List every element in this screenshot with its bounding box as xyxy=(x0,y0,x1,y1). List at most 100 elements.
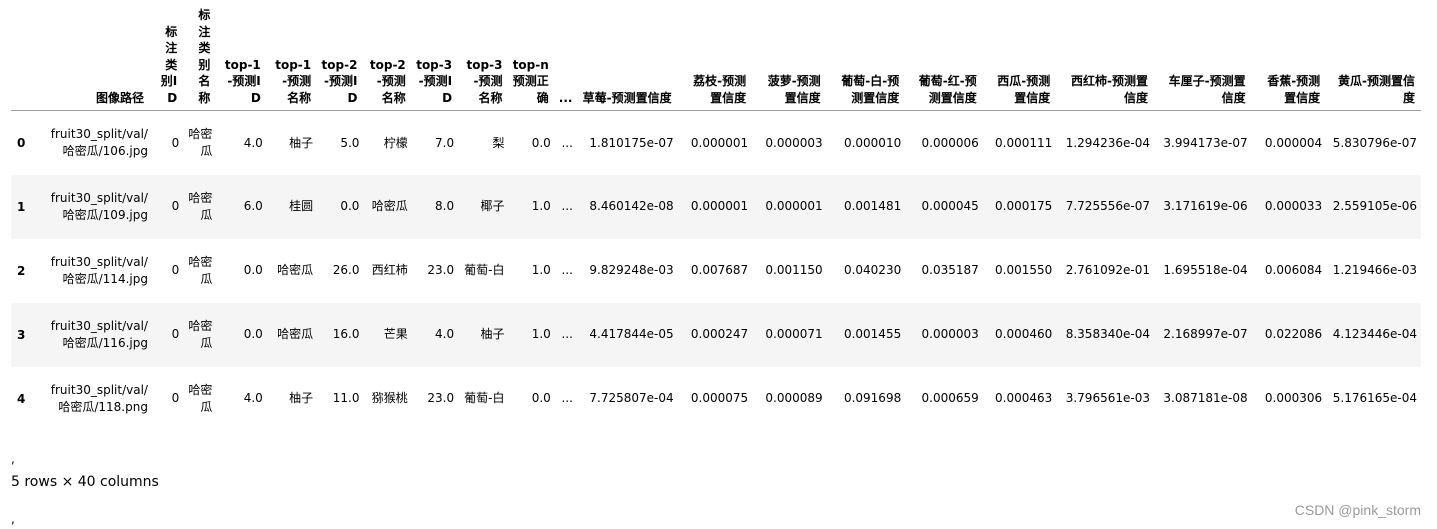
table-cell: 0.000003 xyxy=(921,327,979,342)
table-cell: 0.000071 xyxy=(765,327,823,342)
table-cell: 4.0 xyxy=(243,391,263,406)
table-cell: 哈密瓜 xyxy=(188,127,213,158)
table-cell: 8.0 xyxy=(435,199,455,214)
row-index: 0 xyxy=(17,135,26,150)
table-cell: 0.000089 xyxy=(765,391,823,406)
table-row: 4 fruit30_split/val/哈密瓜/118.png 0 哈密瓜 4.… xyxy=(11,367,1421,431)
table-cell: 1.0 xyxy=(531,263,551,278)
table-cell: fruit30_split/val/哈密瓜/106.jpg xyxy=(50,127,148,158)
table-cell: 柚子 xyxy=(289,135,314,150)
table-cell: 2.761092e-01 xyxy=(1065,263,1150,278)
table-cell: fruit30_split/val/哈密瓜/109.jpg xyxy=(50,191,148,222)
table-cell: 0.000045 xyxy=(921,199,979,214)
table-cell: 芒果 xyxy=(383,327,408,342)
table-cell: 0.0 xyxy=(531,391,551,406)
table-cell: 猕猴桃 xyxy=(371,391,408,406)
column-header: 图像路径 xyxy=(45,0,150,111)
column-header: top-1-预测名称 xyxy=(266,0,318,111)
column-header: top-3-预测名称 xyxy=(458,0,509,111)
table-cell: 0.000463 xyxy=(995,391,1053,406)
table-cell: 哈密瓜 xyxy=(188,191,213,222)
table-row: 3 fruit30_split/val/哈密瓜/116.jpg 0 哈密瓜 0.… xyxy=(11,302,1421,367)
table-cell: 0.000247 xyxy=(690,327,749,342)
table-cell: 7.725807e-04 xyxy=(589,391,674,406)
table-cell: 哈密瓜 xyxy=(277,327,314,342)
table-cell: 0.0 xyxy=(243,263,263,278)
output-separator: , xyxy=(11,512,15,526)
table-cell: ... xyxy=(561,327,573,342)
table-cell: 0.000033 xyxy=(1264,199,1323,214)
table-cell: 0 xyxy=(171,199,180,214)
output-separator: , xyxy=(11,452,15,466)
table-cell: 0.000460 xyxy=(995,327,1053,342)
table-header: 图像路径 标注类别ID 标注类别名称 top-1-预测ID top-1-预测名称… xyxy=(11,0,1421,111)
row-index: 1 xyxy=(17,199,26,214)
table-cell: 0.0 xyxy=(243,327,263,342)
table-cell: 9.829248e-03 xyxy=(589,263,674,278)
table-cell: 0.001150 xyxy=(765,263,823,278)
table-cell: 1.810175e-07 xyxy=(589,135,674,150)
column-header: 西红柿-预测置信度 xyxy=(1056,0,1154,111)
table-cell: 0.001481 xyxy=(843,199,902,214)
table-cell: 4.417844e-05 xyxy=(589,327,674,342)
table-cell: 6.0 xyxy=(243,199,263,214)
table-cell: 桂圆 xyxy=(289,199,314,214)
table-cell: 柚子 xyxy=(289,391,314,406)
table-cell: 0.0 xyxy=(340,199,360,214)
column-header: 葡萄-白-预测置信度 xyxy=(826,0,906,111)
table-cell: 1.219466e-03 xyxy=(1332,263,1417,278)
column-header: top-n预测正确 xyxy=(508,0,555,111)
table-cell: 3.796561e-03 xyxy=(1065,391,1150,406)
table-cell: 0.006084 xyxy=(1264,263,1323,278)
table-cell: 0.040230 xyxy=(843,263,902,278)
table-cell: 5.830796e-07 xyxy=(1332,135,1417,150)
table-cell: 5.176165e-04 xyxy=(1332,391,1417,406)
table-cell: 1.0 xyxy=(531,199,551,214)
table-cell: 3.171619e-06 xyxy=(1163,199,1248,214)
table-cell: 23.0 xyxy=(427,391,455,406)
table-cell: 4.0 xyxy=(435,327,455,342)
table-cell: 椰子 xyxy=(480,199,505,214)
column-header: 标注类别ID xyxy=(149,0,184,111)
table-cell: ... xyxy=(561,199,573,214)
column-header: 车厘子-预测置信度 xyxy=(1153,0,1252,111)
header-row: 图像路径 标注类别ID 标注类别名称 top-1-预测ID top-1-预测名称… xyxy=(11,0,1421,111)
column-header: 菠萝-预测置信度 xyxy=(752,0,827,111)
table-cell: 4.0 xyxy=(243,135,263,150)
table-cell: 0 xyxy=(171,327,180,342)
column-header: 西瓜-预测置信度 xyxy=(982,0,1057,111)
table-cell: 0.000111 xyxy=(995,135,1053,150)
table-cell: ... xyxy=(561,391,573,406)
table-row: 0 fruit30_split/val/哈密瓜/106.jpg 0 哈密瓜 4.… xyxy=(11,111,1421,175)
table-cell: 1.294236e-04 xyxy=(1065,135,1150,150)
column-header: top-1-预测ID xyxy=(216,0,267,111)
table-cell: 葡萄-白 xyxy=(464,391,505,406)
table-cell: ... xyxy=(561,263,573,278)
table-cell: 3.087181e-08 xyxy=(1163,391,1248,406)
table-cell: 0.000659 xyxy=(921,391,979,406)
table-cell: 0.000006 xyxy=(921,135,979,150)
table-cell: 葡萄-白 xyxy=(464,263,505,278)
dataframe-table: 图像路径 标注类别ID 标注类别名称 top-1-预测ID top-1-预测名称… xyxy=(11,0,1421,431)
table-cell: fruit30_split/val/哈密瓜/114.jpg xyxy=(50,255,148,286)
table-cell: 16.0 xyxy=(332,327,360,342)
table-cell: 哈密瓜 xyxy=(371,199,408,214)
watermark: CSDN @pink_storm xyxy=(1294,502,1421,518)
table-cell: 梨 xyxy=(492,135,505,150)
row-index: 3 xyxy=(17,327,26,342)
row-index: 2 xyxy=(17,263,26,278)
dataframe-shape: 5 rows × 40 columns xyxy=(11,474,159,490)
table-cell: 哈密瓜 xyxy=(277,263,314,278)
column-header: top-2-预测ID xyxy=(317,0,364,111)
table-cell: 8.460142e-08 xyxy=(589,199,674,214)
table-cell: 23.0 xyxy=(427,263,455,278)
table-cell: 1.695518e-04 xyxy=(1163,263,1248,278)
table-row: 2 fruit30_split/val/哈密瓜/114.jpg 0 哈密瓜 0.… xyxy=(11,239,1421,303)
table-cell: 4.123446e-04 xyxy=(1332,327,1417,342)
table-cell: 0.000075 xyxy=(690,391,749,406)
table-cell: 0.000001 xyxy=(690,135,749,150)
table-cell: 1.0 xyxy=(531,327,551,342)
table-cell: 0.000004 xyxy=(1264,135,1323,150)
column-header: top-2-预测名称 xyxy=(363,0,412,111)
table-cell: 5.0 xyxy=(340,135,360,150)
